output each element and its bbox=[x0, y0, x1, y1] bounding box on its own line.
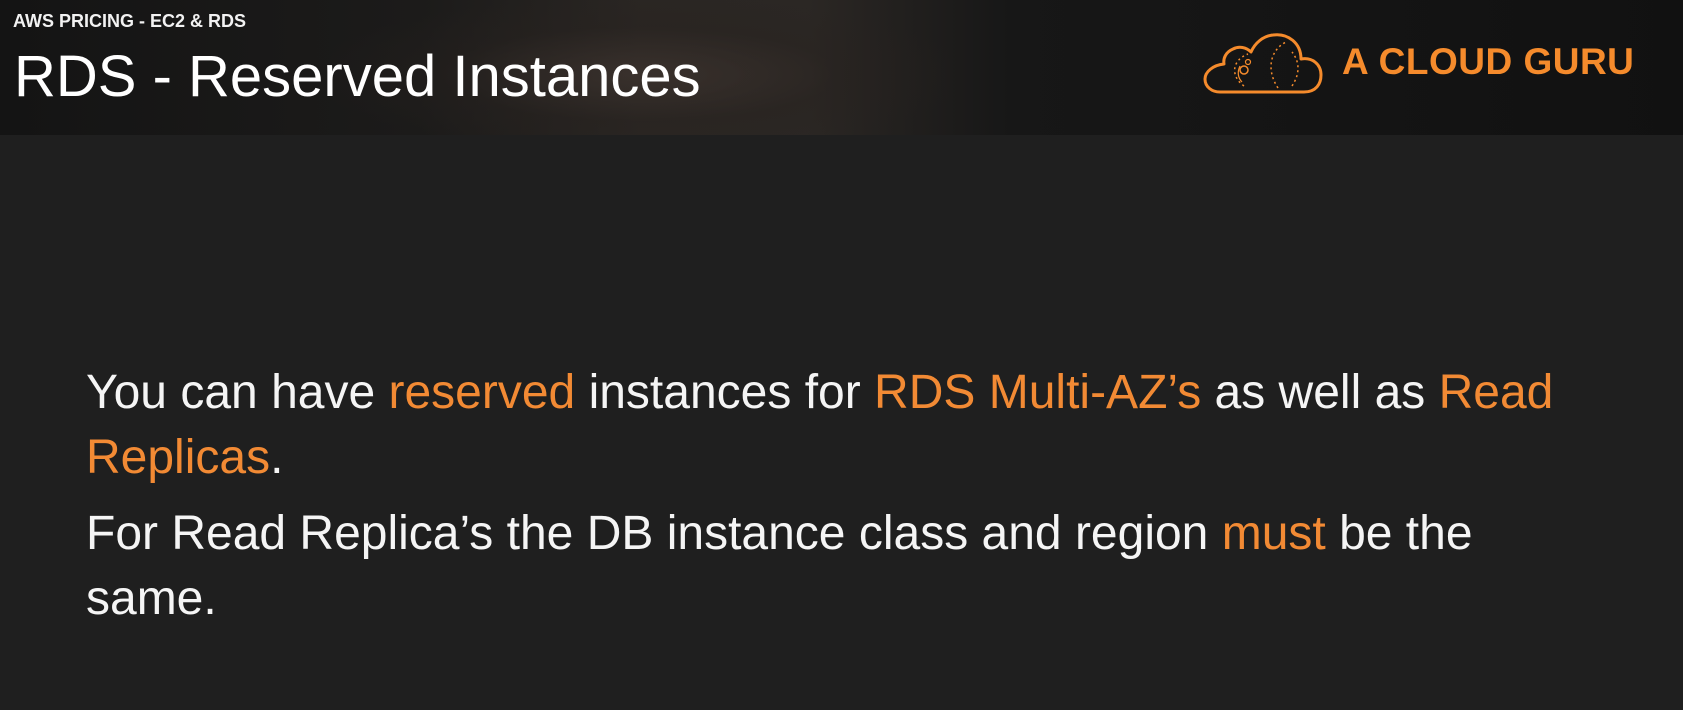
cloud-icon bbox=[1203, 33, 1323, 94]
text-segment: You can have bbox=[86, 366, 389, 419]
body-paragraph-2: For Read Replica’s the DB instance class… bbox=[86, 501, 1606, 631]
highlight-must: must bbox=[1221, 507, 1326, 560]
text-segment: For Read Replica’s the DB instance class… bbox=[86, 507, 1222, 560]
text-segment: instances for bbox=[575, 366, 875, 419]
body-paragraph-1: You can have reserved instances for RDS … bbox=[86, 360, 1606, 490]
section-label: AWS PRICING - EC2 & RDS bbox=[13, 11, 247, 31]
text-segment: as well as bbox=[1201, 366, 1439, 419]
brand-name: A CLOUD GURU bbox=[1342, 41, 1635, 82]
slide-header: AWS PRICING - EC2 & RDS RDS - Reserved I… bbox=[0, 0, 1683, 135]
slide: AWS PRICING - EC2 & RDS RDS - Reserved I… bbox=[0, 0, 1683, 710]
brand-logo: A CLOUD GURU bbox=[1200, 26, 1634, 98]
highlight-multi-az: RDS Multi-AZ’s bbox=[874, 366, 1202, 419]
highlight-reserved: reserved bbox=[388, 366, 576, 419]
slide-body: You can have reserved instances for RDS … bbox=[86, 360, 1606, 642]
slide-title: RDS - Reserved Instances bbox=[14, 44, 701, 109]
text-segment: . bbox=[270, 431, 284, 484]
